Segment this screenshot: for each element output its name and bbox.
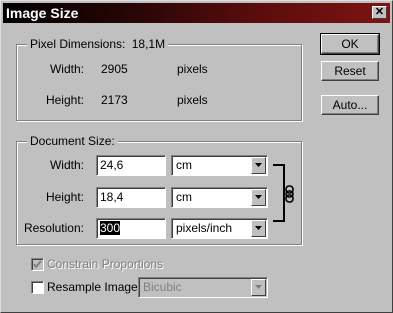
resolution-label: Resolution: <box>23 221 84 235</box>
doc-width-value: 24,6 <box>100 158 124 172</box>
pixel-width-value: 2905 <box>101 62 128 76</box>
constrain-proportions-checkbox[interactable] <box>31 258 44 271</box>
document-size-label: Document Size: <box>27 134 118 148</box>
resample-image-checkbox[interactable] <box>31 281 44 294</box>
doc-width-input[interactable]: 24,6 <box>96 155 166 176</box>
chevron-down-icon[interactable] <box>251 220 266 237</box>
doc-height-unit-select[interactable]: cm <box>171 187 268 208</box>
resample-image-label: Resample Image: <box>47 280 142 294</box>
pixel-width-label: Width: <box>49 62 84 76</box>
check-icon <box>33 260 42 269</box>
pixel-dimensions-size: 18,1M <box>131 37 166 51</box>
chevron-down-icon[interactable] <box>251 189 266 206</box>
pixel-dimensions-group <box>16 44 302 121</box>
reset-button-label: Reset <box>334 64 366 78</box>
resample-method-select[interactable]: Bicubic <box>138 277 268 298</box>
resolution-input[interactable]: 300 <box>96 218 166 239</box>
pixel-dimensions-header: Pixel Dimensions: 18,1M <box>27 37 169 51</box>
title-bar[interactable]: Image Size ✕ <box>3 3 390 23</box>
auto-button[interactable]: Auto... <box>321 95 379 115</box>
ok-button[interactable]: OK <box>320 33 380 55</box>
image-size-dialog: Image Size ✕ Pixel Dimensions: 18,1M Wid… <box>0 0 393 313</box>
resample-method: Bicubic <box>143 280 182 294</box>
doc-height-unit: cm <box>176 190 192 204</box>
proportion-link-bracket <box>273 164 285 222</box>
close-button[interactable]: ✕ <box>372 6 387 19</box>
pixel-dimensions-label: Pixel Dimensions: <box>30 37 126 51</box>
pixel-height-unit: pixels <box>177 93 208 107</box>
doc-height-value: 18,4 <box>100 190 124 204</box>
chevron-down-icon[interactable] <box>251 279 266 296</box>
doc-height-input[interactable]: 18,4 <box>96 187 166 208</box>
chain-link-icon <box>285 185 295 203</box>
pixel-height-value: 2173 <box>101 93 128 107</box>
ok-button-label: OK <box>341 37 359 51</box>
chevron-down-icon[interactable] <box>251 157 266 174</box>
resolution-unit-select[interactable]: pixels/inch <box>171 218 268 239</box>
pixel-width-unit: pixels <box>177 62 208 76</box>
window-title: Image Size <box>6 5 79 21</box>
close-icon: ✕ <box>374 6 385 18</box>
constrain-proportions-label: Constrain Proportions <box>47 257 164 271</box>
resolution-unit: pixels/inch <box>176 221 233 235</box>
doc-height-label: Height: <box>45 190 84 204</box>
doc-width-unit-select[interactable]: cm <box>171 155 268 176</box>
doc-width-unit: cm <box>176 158 192 172</box>
reset-button[interactable]: Reset <box>321 61 379 81</box>
doc-width-label: Width: <box>49 158 84 172</box>
resolution-value: 300 <box>100 221 121 235</box>
pixel-height-label: Height: <box>45 93 84 107</box>
auto-button-label: Auto... <box>332 98 368 112</box>
